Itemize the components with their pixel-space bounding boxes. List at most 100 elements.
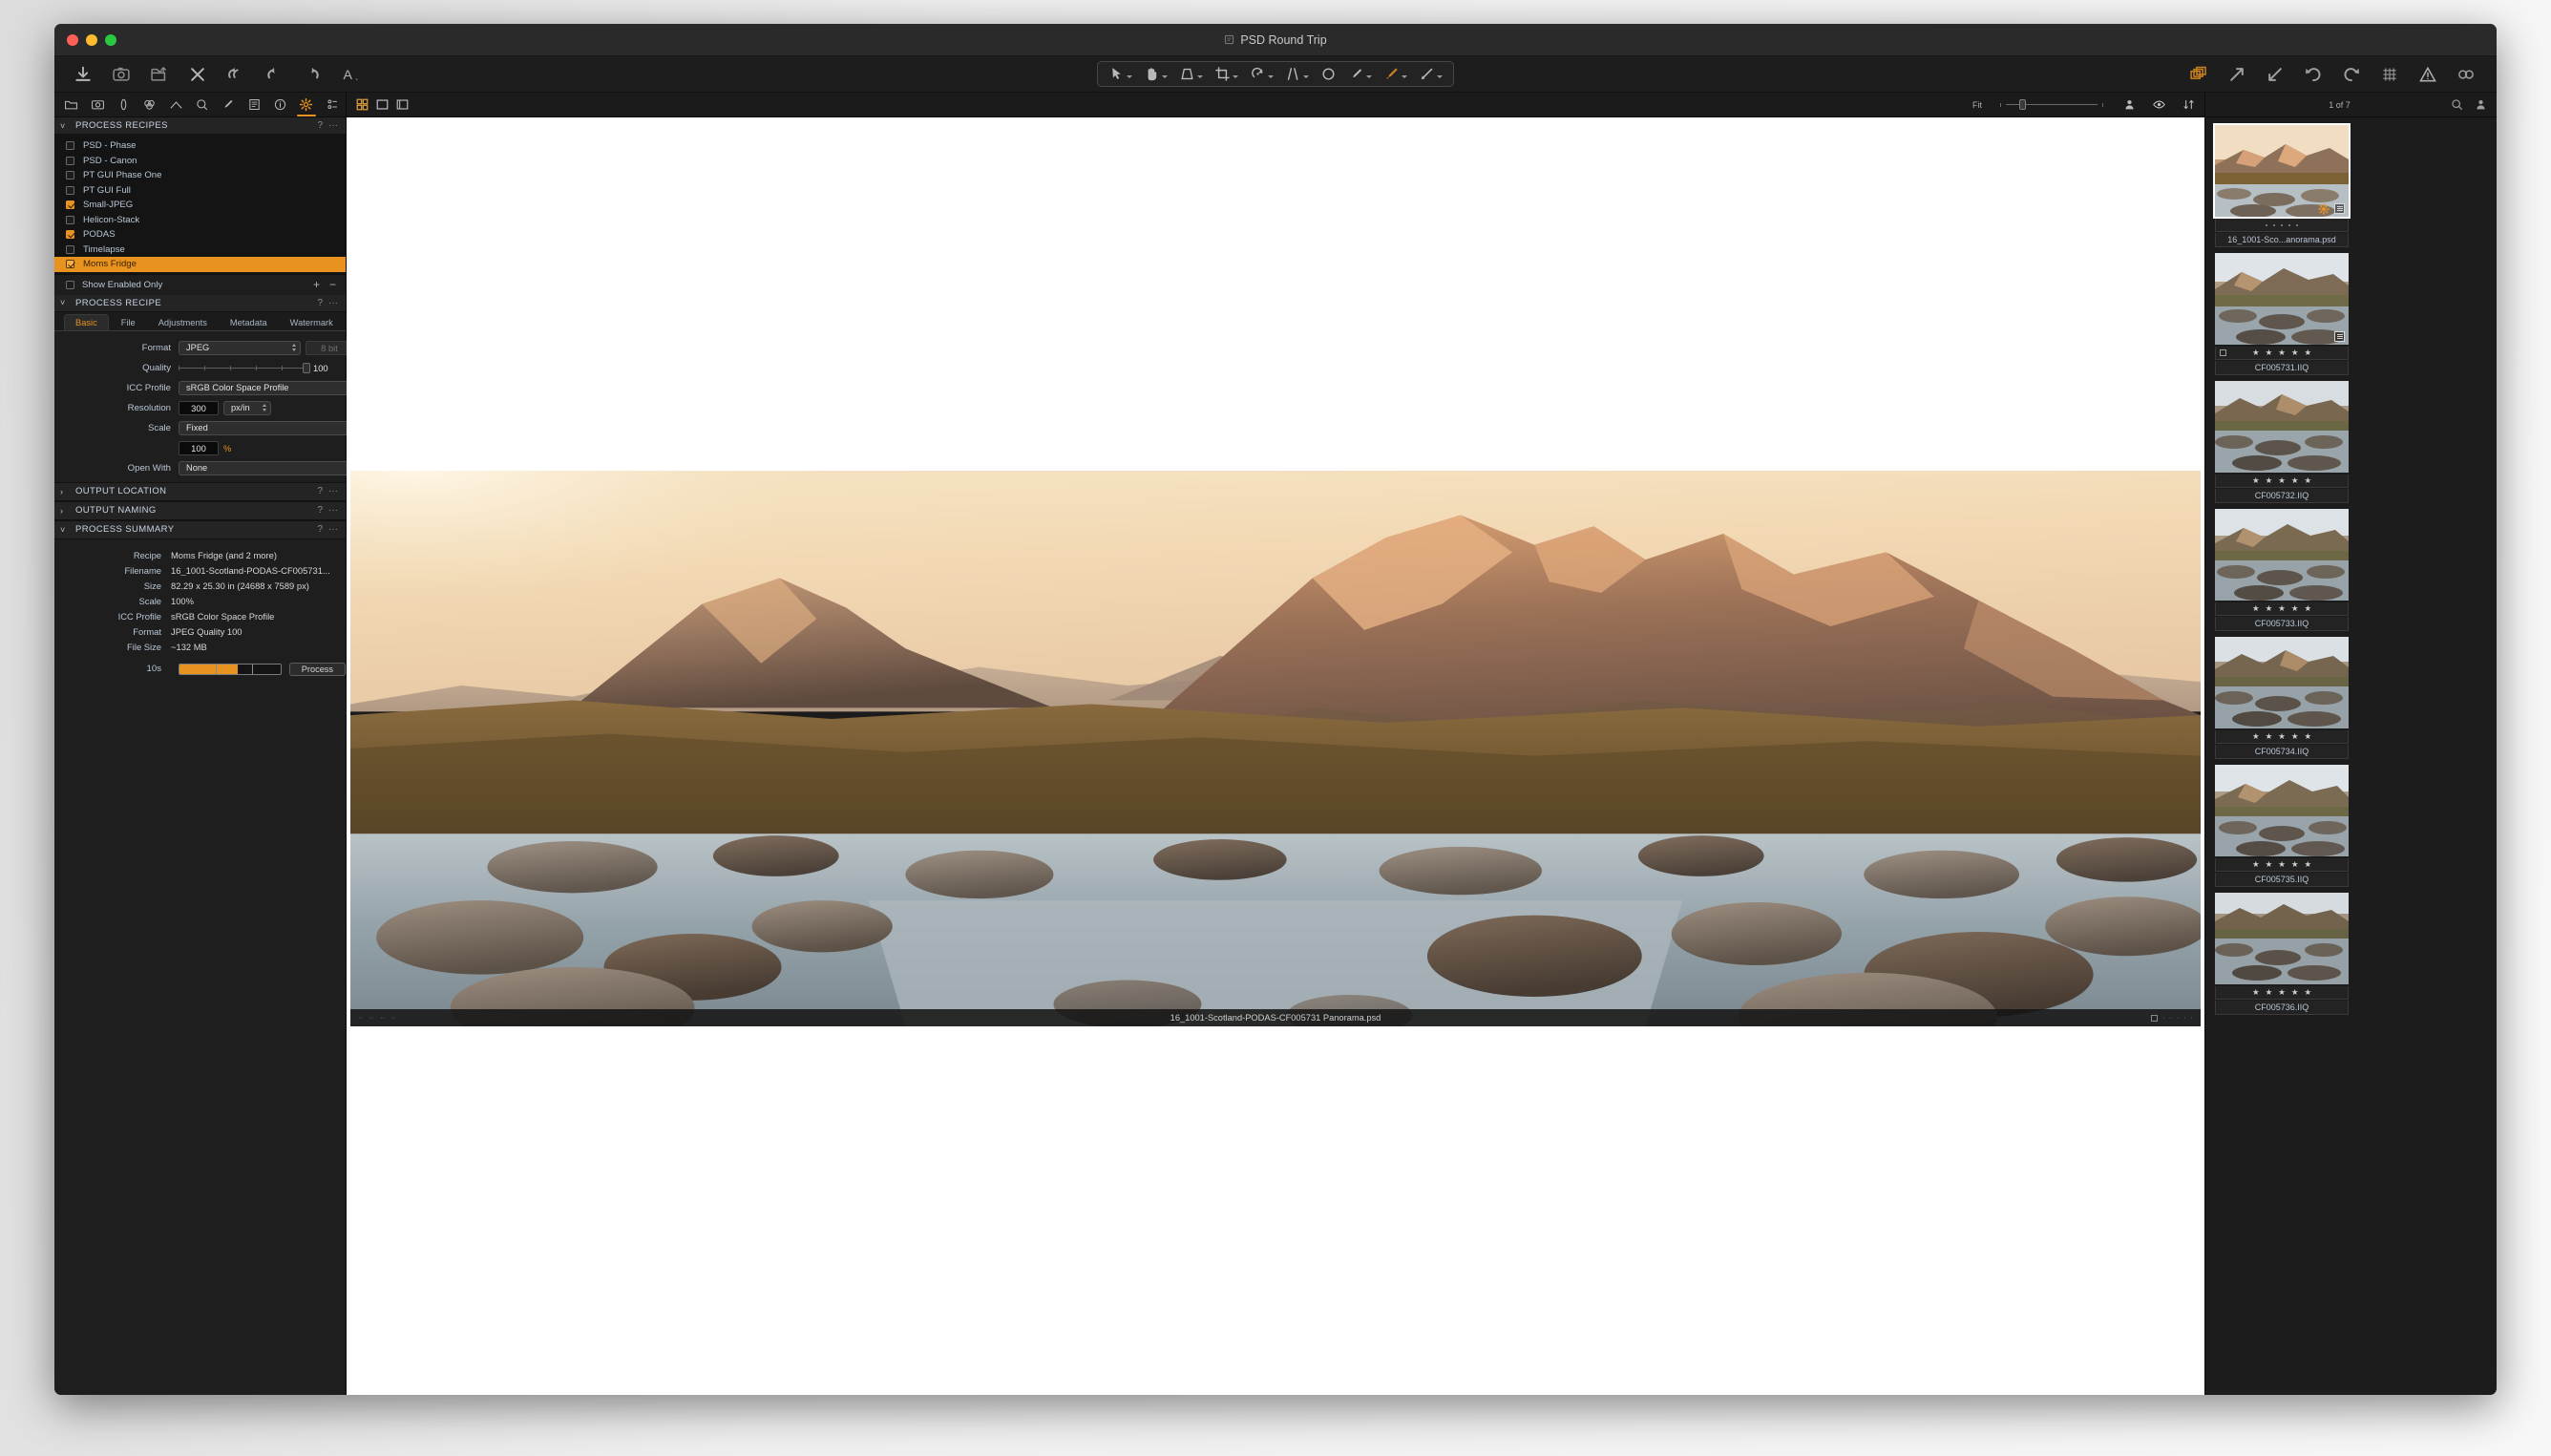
panel-menu-button[interactable]: ··· bbox=[328, 524, 338, 535]
panorama-photo-container[interactable]: ·· ·· ·· ·· 16_1001-Scotland-PODAS-CF005… bbox=[350, 471, 2201, 1044]
thumbnail-item[interactable]: ★ ★ ★ ★ ★ CF005732.IIQ bbox=[2215, 381, 2349, 503]
thumbnail-item[interactable]: ★ ★ ★ ★ ★ CF005733.IIQ bbox=[2215, 509, 2349, 631]
sort-icon[interactable] bbox=[2181, 96, 2197, 113]
rating-star[interactable]: ★ bbox=[2252, 476, 2260, 485]
keystone-tool[interactable] bbox=[1174, 64, 1208, 84]
export-folder-icon[interactable] bbox=[150, 65, 169, 84]
draw-mask-tool[interactable] bbox=[1343, 64, 1377, 84]
recipe-item[interactable]: PSD - Phase bbox=[54, 138, 346, 154]
arrow-out-icon[interactable] bbox=[2227, 65, 2246, 84]
recipe-checkbox[interactable] bbox=[66, 156, 74, 165]
thumbnail-image[interactable] bbox=[2215, 637, 2349, 728]
rating-star[interactable]: ★ bbox=[2278, 860, 2286, 869]
spot-removal-tool[interactable] bbox=[1316, 64, 1341, 84]
thumbnail-image[interactable] bbox=[2215, 509, 2349, 601]
open-with-select[interactable]: None bbox=[179, 460, 374, 475]
redo-icon[interactable] bbox=[303, 65, 322, 84]
thumbnail-rating-row[interactable]: ★ ★ ★ ★ ★ bbox=[2215, 730, 2349, 744]
recipe-item[interactable]: Helicon-Stack bbox=[54, 213, 346, 228]
grid-icon[interactable] bbox=[2380, 65, 2399, 84]
tool-tab-output[interactable] bbox=[293, 93, 319, 116]
undo-icon[interactable] bbox=[264, 65, 284, 84]
tool-tab-adjustments[interactable] bbox=[215, 93, 241, 116]
tool-tab-color[interactable] bbox=[137, 93, 162, 116]
remove-recipe-button[interactable]: − bbox=[329, 279, 336, 290]
rating-star[interactable]: ★ bbox=[2266, 732, 2273, 741]
recipe-item[interactable]: PT GUI Phase One bbox=[54, 168, 346, 183]
close-icon[interactable] bbox=[188, 65, 207, 84]
rotate-tool[interactable] bbox=[1245, 64, 1278, 84]
minimize-window-button[interactable] bbox=[86, 33, 97, 46]
variants-icon[interactable] bbox=[2189, 65, 2208, 84]
rating-star[interactable]: ★ bbox=[2266, 988, 2273, 997]
thumbnail-item[interactable]: 16_1001-Sco...anorama.psd bbox=[2213, 123, 2351, 247]
icc-profile-select[interactable]: sRGB Color Space Profile bbox=[179, 380, 374, 395]
rating-star[interactable]: ★ bbox=[2278, 732, 2286, 741]
thumbnail-image[interactable] bbox=[2215, 253, 2349, 345]
arrow-in-icon[interactable] bbox=[2266, 65, 2285, 84]
rating-star[interactable]: ★ bbox=[2291, 604, 2299, 613]
recipe-item[interactable]: Small-JPEG bbox=[54, 198, 346, 213]
rating-star[interactable]: ★ bbox=[2252, 732, 2260, 741]
format-select[interactable]: JPEG bbox=[179, 340, 301, 355]
panel-menu-button[interactable]: ··· bbox=[328, 505, 338, 516]
recipe-checkbox[interactable] bbox=[66, 260, 74, 269]
window-controls[interactable] bbox=[67, 33, 116, 46]
scale-percent-input[interactable]: 100 bbox=[179, 440, 219, 455]
rating-star[interactable]: ★ bbox=[2304, 604, 2311, 613]
help-button[interactable]: ? bbox=[317, 505, 323, 516]
rating-star[interactable]: ★ bbox=[2252, 604, 2260, 613]
recipe-checkbox[interactable] bbox=[66, 215, 74, 224]
rating-star[interactable]: ★ bbox=[2252, 348, 2260, 357]
close-window-button[interactable] bbox=[67, 33, 78, 46]
tab-file[interactable]: File bbox=[111, 315, 146, 330]
recipe-item[interactable]: PSD - Canon bbox=[54, 154, 346, 169]
rating-star[interactable]: ★ bbox=[2266, 604, 2273, 613]
recipe-checkbox[interactable] bbox=[66, 185, 74, 195]
help-button[interactable]: ? bbox=[317, 120, 323, 131]
help-button[interactable]: ? bbox=[317, 524, 323, 535]
thumbnail-rating-row[interactable]: ★ ★ ★ ★ ★ bbox=[2215, 475, 2349, 488]
recipe-item[interactable]: PODAS bbox=[54, 227, 346, 243]
thumbnail-image[interactable] bbox=[2215, 893, 2349, 984]
import-icon[interactable] bbox=[74, 65, 93, 84]
rating-star[interactable]: ★ bbox=[2291, 732, 2299, 741]
process-button[interactable]: Process bbox=[288, 662, 346, 676]
quality-slider[interactable] bbox=[179, 361, 310, 374]
straighten-tool[interactable] bbox=[1280, 64, 1314, 84]
eye-icon[interactable] bbox=[2151, 96, 2167, 113]
maximize-window-button[interactable] bbox=[105, 33, 116, 46]
text-tool-icon[interactable]: A bbox=[341, 65, 360, 84]
recipe-checkbox[interactable] bbox=[66, 200, 74, 210]
thumbnail-checkbox[interactable] bbox=[2220, 349, 2226, 356]
tool-tab-lens[interactable] bbox=[111, 93, 137, 116]
rating-star[interactable]: ★ bbox=[2304, 732, 2311, 741]
rating-star[interactable]: ★ bbox=[2304, 860, 2311, 869]
thumbnail-rating-row[interactable]: ★ ★ ★ ★ ★ bbox=[2215, 986, 2349, 1000]
single-view-icon[interactable] bbox=[374, 96, 390, 113]
thumbnail-image[interactable] bbox=[2215, 381, 2349, 473]
recipe-checkbox[interactable] bbox=[66, 230, 74, 240]
thumbnail-rating-row[interactable] bbox=[2215, 219, 2349, 232]
process-summary-header[interactable]: ˅ PROCESS SUMMARY ? ··· bbox=[54, 519, 346, 539]
tool-tab-details[interactable] bbox=[189, 93, 215, 116]
rating-star[interactable]: ★ bbox=[2304, 476, 2311, 485]
grid-view-icon[interactable] bbox=[354, 96, 370, 113]
rating-star[interactable]: ★ bbox=[2278, 348, 2286, 357]
rating-star[interactable]: ★ bbox=[2291, 860, 2299, 869]
rating-star[interactable]: ★ bbox=[2266, 860, 2273, 869]
zoom-knob[interactable] bbox=[2019, 99, 2027, 110]
search-icon[interactable] bbox=[2451, 98, 2463, 111]
rating-star[interactable]: ★ bbox=[2278, 988, 2286, 997]
tab-adjustments[interactable]: Adjustments bbox=[148, 315, 218, 330]
undo-all-icon[interactable] bbox=[226, 65, 245, 84]
help-button[interactable]: ? bbox=[317, 298, 323, 308]
person-icon[interactable] bbox=[2121, 96, 2138, 113]
slider-knob[interactable] bbox=[303, 362, 310, 373]
scale-select[interactable]: Fixed bbox=[179, 420, 374, 435]
thumbnail-item[interactable]: ★ ★ ★ ★ ★ CF005734.IIQ bbox=[2215, 637, 2349, 759]
recipe-checkbox[interactable] bbox=[66, 244, 74, 254]
rating-star[interactable]: ★ bbox=[2291, 348, 2299, 357]
process-recipes-header[interactable]: ˅ PROCESS RECIPES ? ··· bbox=[54, 117, 346, 135]
pointer-tool[interactable] bbox=[1104, 64, 1137, 84]
